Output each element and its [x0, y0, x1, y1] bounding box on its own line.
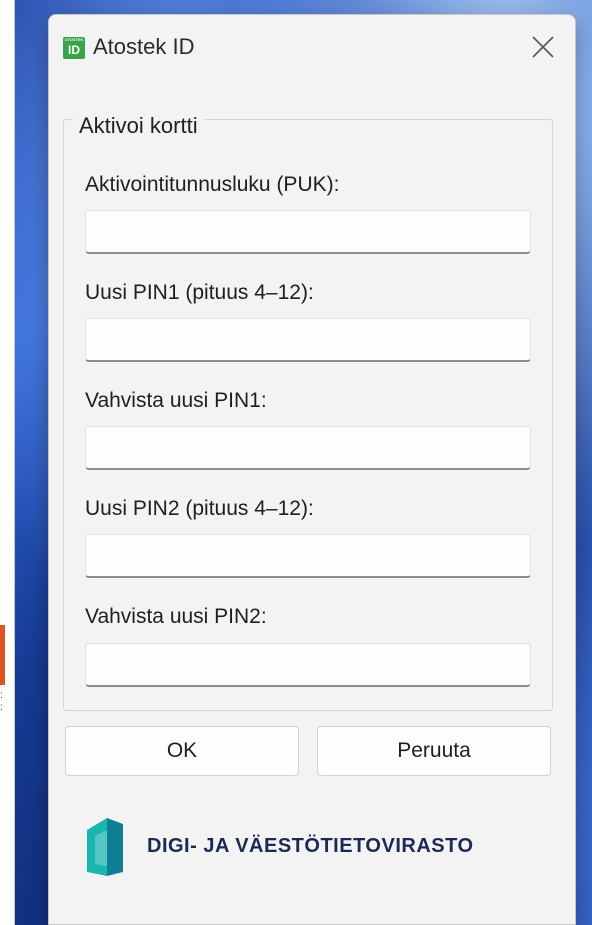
title-bar[interactable]: ATOSTEK ID Atostek ID — [49, 15, 575, 75]
new-pin1-label: Uusi PIN1 (pituus 4–12): — [85, 281, 314, 304]
app-icon-small-text: ATOSTEK — [64, 37, 84, 42]
dvv-logo-icon — [87, 818, 123, 876]
atostek-id-dialog: ATOSTEK ID Atostek ID Aktivoi kortti Akt… — [48, 14, 576, 925]
app-icon-text: ID — [68, 43, 80, 57]
background-window-accent — [0, 625, 5, 685]
confirm-pin2-input[interactable] — [85, 643, 531, 687]
background-window-edge — [0, 0, 15, 925]
cancel-button[interactable]: Peruuta — [317, 726, 551, 776]
close-icon — [532, 36, 554, 58]
confirm-pin1-label: Vahvista uusi PIN1: — [85, 389, 267, 412]
puk-label: Aktivointitunnusluku (PUK): — [85, 173, 340, 196]
ok-button[interactable]: OK — [65, 726, 299, 776]
atostek-id-icon: ATOSTEK ID — [63, 37, 85, 59]
background-window-fragment: :: — [0, 690, 3, 713]
close-button[interactable] — [527, 31, 559, 63]
window-title: Atostek ID — [93, 34, 195, 59]
dvv-logo-text: DIGI- JA VÄESTÖTIETOVIRASTO — [147, 835, 474, 857]
confirm-pin2-label: Vahvista uusi PIN2: — [85, 605, 267, 628]
new-pin2-label: Uusi PIN2 (pituus 4–12): — [85, 497, 314, 520]
group-title: Aktivoi kortti — [73, 113, 204, 139]
new-pin1-input[interactable] — [85, 318, 531, 362]
puk-input[interactable] — [85, 210, 531, 254]
confirm-pin1-input[interactable] — [85, 426, 531, 470]
new-pin2-input[interactable] — [85, 534, 531, 578]
